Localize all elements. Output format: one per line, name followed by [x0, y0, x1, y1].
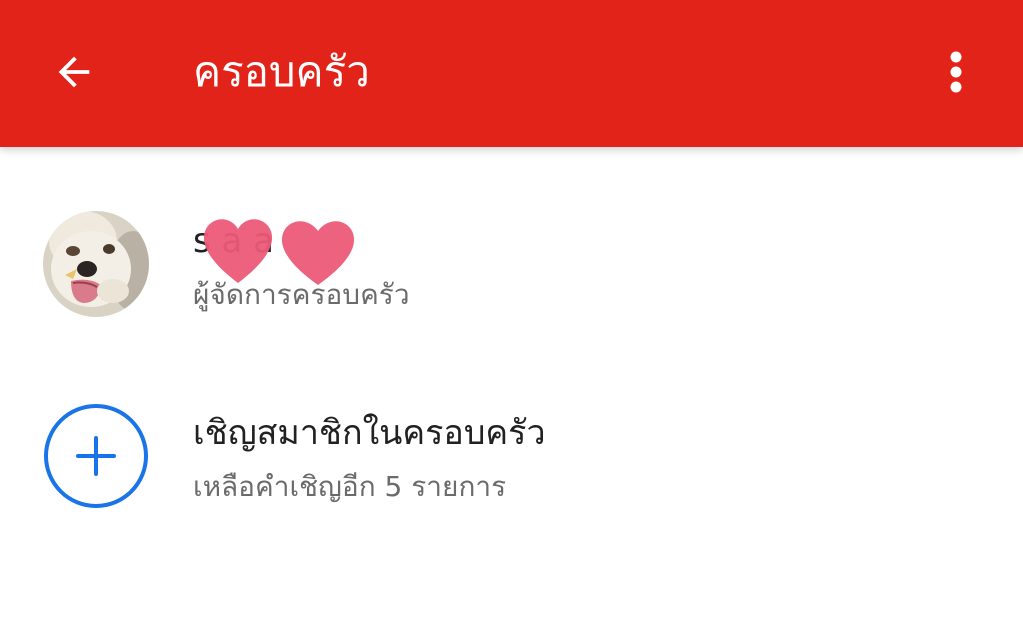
add-member-button[interactable]: [43, 403, 149, 509]
arrow-back-icon: [58, 56, 90, 88]
member-role: ผู้จัดการครอบครัว: [193, 278, 410, 311]
invite-member-row[interactable]: เชิญสมาชิกในครอบครัว เหลือคำเชิญอีก 5 รา…: [0, 379, 1023, 529]
member-name: s a a: [193, 221, 274, 261]
family-members-list: s a a ผู้จัดการครอบครัว เชิญสมาชิกในครอบ…: [0, 147, 1023, 639]
family-member-row[interactable]: s a a ผู้จัดการครอบครัว: [0, 187, 1023, 337]
more-options-button[interactable]: [924, 36, 988, 108]
avatar: [43, 211, 149, 317]
add-circle-icon: [44, 404, 148, 508]
dog-avatar-icon: [43, 211, 149, 317]
app-bar: ครอบครัว: [0, 0, 1023, 147]
more-vert-icon: [950, 51, 962, 93]
invites-remaining: เหลือคำเชิญอีก 5 รายการ: [193, 470, 507, 503]
back-button[interactable]: [38, 36, 110, 108]
invite-label: เชิญสมาชิกในครอบครัว: [193, 413, 546, 453]
page-title: ครอบครัว: [193, 47, 370, 96]
